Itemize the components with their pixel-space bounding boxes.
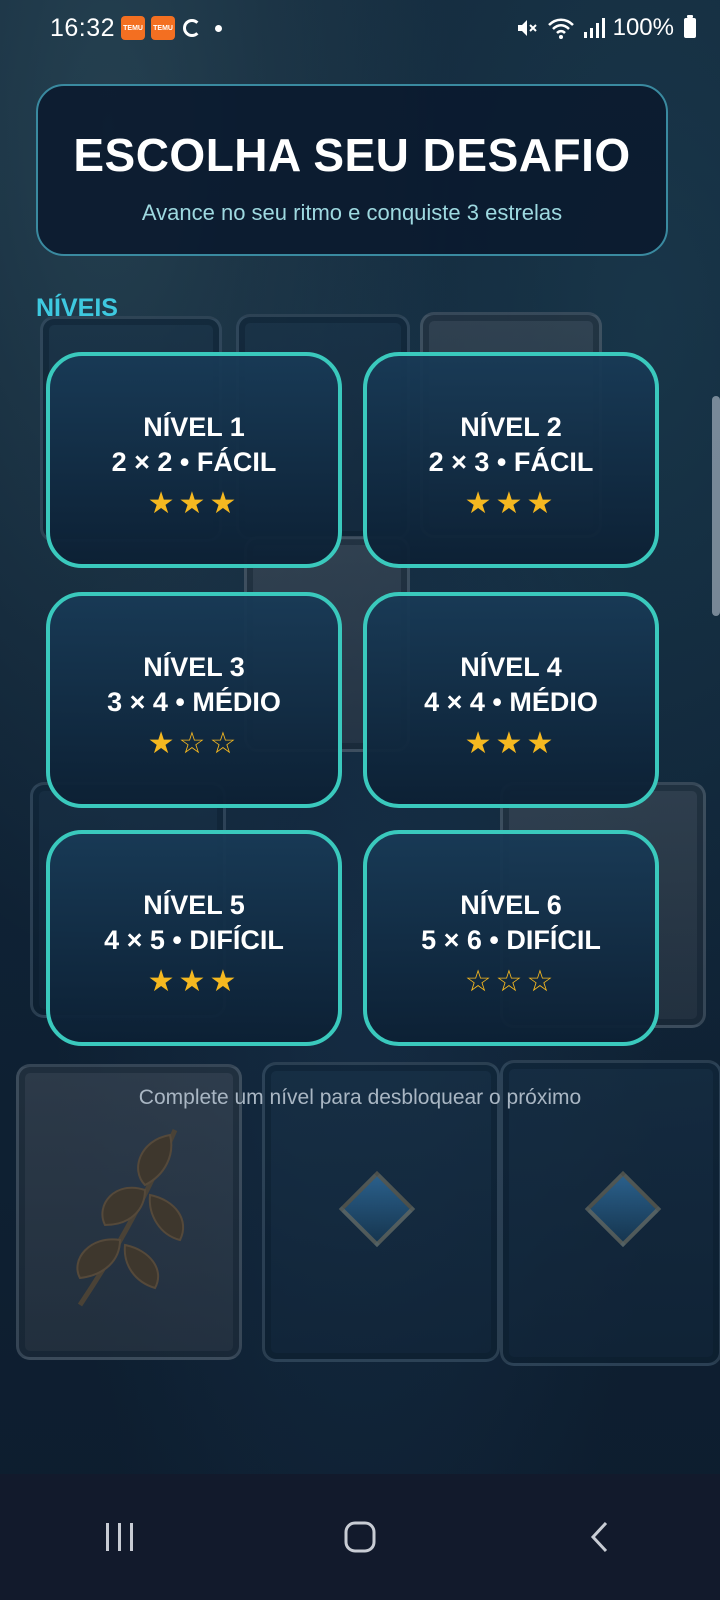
level-card-2[interactable]: NÍVEL 2 2 × 3 • FÁCIL ★★★ <box>363 352 659 568</box>
level-grid-difficulty: 5 × 6 • DIFÍCIL <box>421 925 601 955</box>
page-subtitle: Avance no seu ritmo e conquiste 3 estrel… <box>141 200 563 225</box>
back-button[interactable] <box>555 1497 645 1577</box>
level-name: NÍVEL 4 <box>460 652 562 682</box>
star-rating: ★★★ <box>464 727 558 760</box>
star-rating: ★★★ <box>147 487 241 520</box>
scrollbar[interactable] <box>712 396 720 616</box>
leaf-icon <box>76 1128 185 1307</box>
battery-percent: 100% <box>612 14 674 41</box>
home-icon <box>344 1521 376 1553</box>
level-grid-difficulty: 4 × 5 • DIFÍCIL <box>104 925 284 955</box>
star-rating: ★★★ <box>147 965 241 998</box>
level-name: NÍVEL 3 <box>143 652 245 682</box>
navigation-bar <box>0 1474 720 1600</box>
home-button[interactable] <box>315 1497 405 1577</box>
sync-icon <box>183 19 202 37</box>
level-card-5[interactable]: NÍVEL 5 4 × 5 • DIFÍCIL ★★★ <box>46 830 342 1046</box>
level-grid-difficulty: 4 × 4 • MÉDIO <box>424 687 598 717</box>
level-name: NÍVEL 2 <box>460 412 562 442</box>
back-icon <box>590 1521 608 1553</box>
notification-dot-icon <box>215 24 223 32</box>
wifi-icon <box>547 18 574 39</box>
status-bar: 16:32 TEMU TEMU 100% <box>0 0 720 56</box>
star-rating: ★☆☆ <box>147 727 241 760</box>
temu-app-icon: TEMU <box>121 16 146 40</box>
unlock-hint: Complete um nível para desbloquear o pró… <box>138 1086 582 1109</box>
temu-app-icon: TEMU <box>151 16 176 40</box>
level-grid-difficulty: 2 × 3 • FÁCIL <box>428 447 594 477</box>
mute-icon <box>517 20 537 36</box>
battery-icon <box>684 15 696 38</box>
signal-icon <box>583 18 605 38</box>
status-time: 16:32 <box>50 13 116 42</box>
recent-apps-icon <box>106 1523 133 1551</box>
level-name: NÍVEL 6 <box>460 890 562 920</box>
level-name: NÍVEL 5 <box>143 890 245 920</box>
level-card-3[interactable]: NÍVEL 3 3 × 4 • MÉDIO ★☆☆ <box>46 592 342 808</box>
level-card-4[interactable]: NÍVEL 4 4 × 4 • MÉDIO ★★★ <box>363 592 659 808</box>
level-card-6[interactable]: NÍVEL 6 5 × 6 • DIFÍCIL ☆☆☆ <box>363 830 659 1046</box>
level-card-1[interactable]: NÍVEL 1 2 × 2 • FÁCIL ★★★ <box>46 352 342 568</box>
level-name: NÍVEL 1 <box>143 412 245 442</box>
header-panel: ESCOLHA SEU DESAFIO Avance no seu ritmo … <box>36 84 668 256</box>
status-right-group: 100% <box>515 14 696 42</box>
star-rating: ☆☆☆ <box>464 965 558 998</box>
level-grid-difficulty: 3 × 4 • MÉDIO <box>107 687 281 717</box>
recent-apps-button[interactable] <box>75 1497 165 1577</box>
star-rating: ★★★ <box>464 487 558 520</box>
page-title: ESCOLHA SEU DESAFIO <box>73 129 631 181</box>
level-grid-difficulty: 2 × 2 • FÁCIL <box>111 447 277 477</box>
section-label-levels: NÍVEIS <box>36 294 118 322</box>
